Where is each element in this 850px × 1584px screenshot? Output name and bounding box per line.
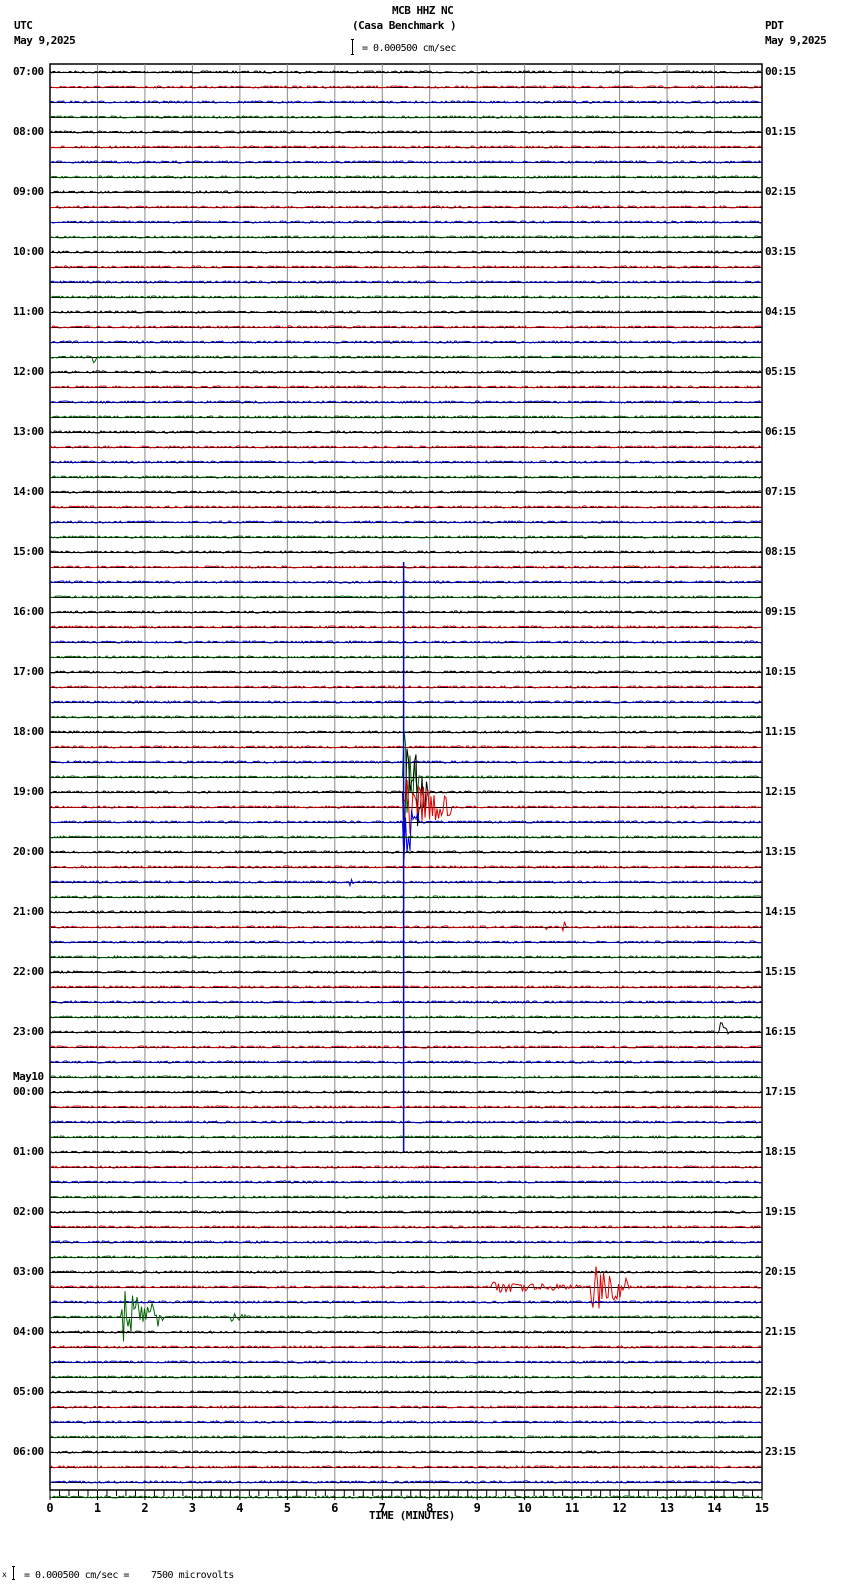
pdt-hour-label: 08:15 [765,545,796,558]
utc-hour-label: 19:00 [13,785,44,798]
utc-hour-label: 11:00 [13,305,44,318]
pdt-hour-label: 10:15 [765,665,796,678]
pdt-hour-label: 16:15 [765,1025,796,1038]
pdt-hour-label: 12:15 [765,785,796,798]
pdt-hour-label: 00:15 [765,65,796,78]
utc-hour-label: 02:00 [13,1205,44,1218]
pdt-hour-label: 07:15 [765,485,796,498]
x-tick-label: 0 [46,1501,53,1515]
x-tick-label: 13 [660,1501,674,1515]
pdt-hour-label: 03:15 [765,245,796,258]
utc-hour-label: 18:00 [13,725,44,738]
pdt-hour-label: 01:15 [765,125,796,138]
utc-hour-label: 04:00 [13,1325,44,1338]
utc-hour-label: 06:00 [13,1445,44,1458]
x-tick-label: 4 [236,1501,243,1515]
x-tick-label: 11 [565,1501,579,1515]
utc-hour-label: 00:00 [13,1085,44,1098]
helicorder-plot: 0 1 2 3 4 5 6 7 8 9 10 11 12 13 14 15 [46,63,769,1515]
seismic-trace [49,921,762,933]
footer-prefix: x [2,1570,7,1579]
utc-hour-label: 01:00 [13,1145,44,1158]
utc-hour-label: 05:00 [13,1385,44,1398]
pdt-hour-label: 09:15 [765,605,796,618]
utc-hour-label: 08:00 [13,125,44,138]
pdt-hour-label: 23:15 [765,1445,796,1458]
utc-hour-label: 17:00 [13,665,44,678]
x-tick-label: 14 [707,1501,721,1515]
pdt-hour-label: 14:15 [765,905,796,918]
pdt-hour-label: 15:15 [765,965,796,978]
utc-hour-label: 16:00 [13,605,44,618]
pdt-hour-label: 06:15 [765,425,796,438]
x-tick-label: 6 [331,1501,338,1515]
footer-scale-bar-icon [12,1566,15,1580]
utc-hour-label: 10:00 [13,245,44,258]
x-tick-label: 3 [189,1501,196,1515]
x-tick-label: 2 [141,1501,148,1515]
footer-scale-text: = 0.000500 cm/sec = 7500 microvolts [24,1570,234,1581]
utc-hour-label: 09:00 [13,185,44,198]
date-change-label: May10 [13,1070,44,1083]
pdt-hour-label: 05:15 [765,365,796,378]
utc-hour-label: 13:00 [13,425,44,438]
x-tick-label: 10 [517,1501,531,1515]
pdt-hour-label: 22:15 [765,1385,796,1398]
x-tick-label: 1 [94,1501,101,1515]
seismic-trace [49,1291,761,1342]
utc-hour-label: 15:00 [13,545,44,558]
x-tick-label: 15 [755,1501,769,1515]
utc-hour-label: 12:00 [13,365,44,378]
pdt-hour-label: 21:15 [765,1325,796,1338]
x-tick-label: 5 [284,1501,291,1515]
utc-hour-label: 23:00 [13,1025,44,1038]
pdt-hour-label: 11:15 [765,725,796,738]
pdt-hour-label: 18:15 [765,1145,796,1158]
seismic-trace [49,355,762,364]
pdt-hour-label: 02:15 [765,185,796,198]
pdt-hour-label: 04:15 [765,305,796,318]
utc-hour-label: 20:00 [13,845,44,858]
utc-hour-label: 03:00 [13,1265,44,1278]
x-tick-label: 12 [612,1501,626,1515]
utc-hour-label: 14:00 [13,485,44,498]
utc-hour-label: 07:00 [13,65,44,78]
pdt-hour-label: 20:15 [765,1265,796,1278]
seismic-trace [49,250,762,254]
utc-hour-label: 21:00 [13,905,44,918]
x-tick-label: 9 [474,1501,481,1515]
pdt-hour-label: 19:15 [765,1205,796,1218]
pdt-hour-label: 17:15 [765,1085,796,1098]
utc-hour-label: 22:00 [13,965,44,978]
x-axis-label: TIME (MINUTES) [369,1509,455,1522]
pdt-hour-label: 13:15 [765,845,796,858]
